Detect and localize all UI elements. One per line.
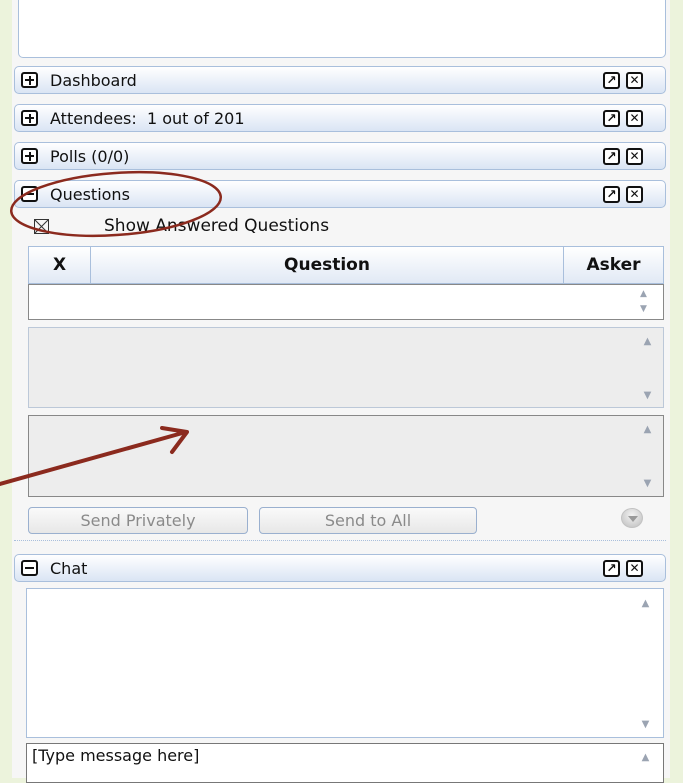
popout-icon[interactable]: ↗ (603, 186, 620, 203)
scroll-down-icon[interactable]: ▼ (636, 476, 659, 492)
column-header-asker[interactable]: Asker (564, 247, 663, 283)
close-icon[interactable]: ✕ (626, 148, 643, 165)
scroll-down-icon[interactable]: ▼ (636, 388, 659, 404)
top-empty-area (18, 0, 666, 58)
expand-icon[interactable] (21, 72, 38, 88)
attendees-panel-header[interactable]: Attendees: 1 out of 201 ↗ ✕ (14, 104, 666, 132)
scroll-up-icon[interactable]: ▲ (636, 422, 659, 438)
popout-icon[interactable]: ↗ (603, 148, 620, 165)
attendees-label: Attendees: 1 out of 201 (50, 109, 245, 128)
column-header-x[interactable]: X (29, 247, 91, 283)
x-checkbox-icon (35, 220, 48, 233)
send-privately-button[interactable]: Send Privately (28, 507, 248, 534)
scroll-up-icon[interactable]: ▲ (634, 750, 657, 766)
questions-label: Questions (50, 185, 130, 204)
scroll-down-icon[interactable]: ▼ (634, 717, 657, 733)
show-answered-label[interactable]: Show Answered Questions (104, 216, 329, 236)
close-icon[interactable]: ✕ (626, 110, 643, 127)
send-to-all-button[interactable]: Send to All (259, 507, 477, 534)
scroll-up-icon[interactable]: ▲ (634, 596, 657, 612)
spin-down-icon[interactable]: ▼ (632, 301, 655, 317)
polls-panel-header[interactable]: Polls (0/0) ↗ ✕ (14, 142, 666, 170)
spin-up-icon[interactable]: ▲ (632, 286, 655, 302)
answer-input-area[interactable]: ▲ ▼ (28, 415, 664, 497)
close-icon[interactable]: ✕ (626, 72, 643, 89)
collapse-icon[interactable] (21, 560, 38, 576)
polls-label: Polls (0/0) (50, 147, 130, 166)
chat-panel-header[interactable]: Chat ↗ ✕ (14, 554, 666, 582)
popout-icon[interactable]: ↗ (603, 560, 620, 577)
column-header-question[interactable]: Question (91, 247, 564, 283)
close-icon[interactable]: ✕ (626, 186, 643, 203)
expand-icon[interactable] (21, 148, 38, 164)
scroll-up-icon[interactable]: ▲ (636, 334, 659, 350)
show-answered-checkbox[interactable] (34, 219, 49, 234)
triangle-down-icon (628, 516, 638, 522)
questions-list[interactable]: ▲ ▼ (28, 284, 664, 320)
chat-label: Chat (50, 559, 88, 578)
dashboard-label: Dashboard (50, 71, 137, 90)
popout-icon[interactable]: ↗ (603, 72, 620, 89)
questions-panel-header[interactable]: Questions ↗ ✕ (14, 180, 666, 208)
circle-arrow-down-icon[interactable] (621, 508, 643, 528)
chat-input-text: [Type message here] (32, 746, 200, 765)
question-detail-area[interactable]: ▲ ▼ (28, 327, 664, 408)
dashboard-panel-header[interactable]: Dashboard ↗ ✕ (14, 66, 666, 94)
chat-messages-area[interactable]: ▲ ▼ (26, 588, 664, 738)
expand-icon[interactable] (21, 110, 38, 126)
side-panel: Dashboard ↗ ✕ Attendees: 1 out of 201 ↗ … (12, 0, 670, 783)
collapse-icon[interactable] (21, 186, 38, 202)
close-icon[interactable]: ✕ (626, 560, 643, 577)
popout-icon[interactable]: ↗ (603, 110, 620, 127)
chat-message-input[interactable]: [Type message here] ▲ (26, 743, 664, 783)
questions-table-header: X Question Asker (28, 246, 664, 284)
